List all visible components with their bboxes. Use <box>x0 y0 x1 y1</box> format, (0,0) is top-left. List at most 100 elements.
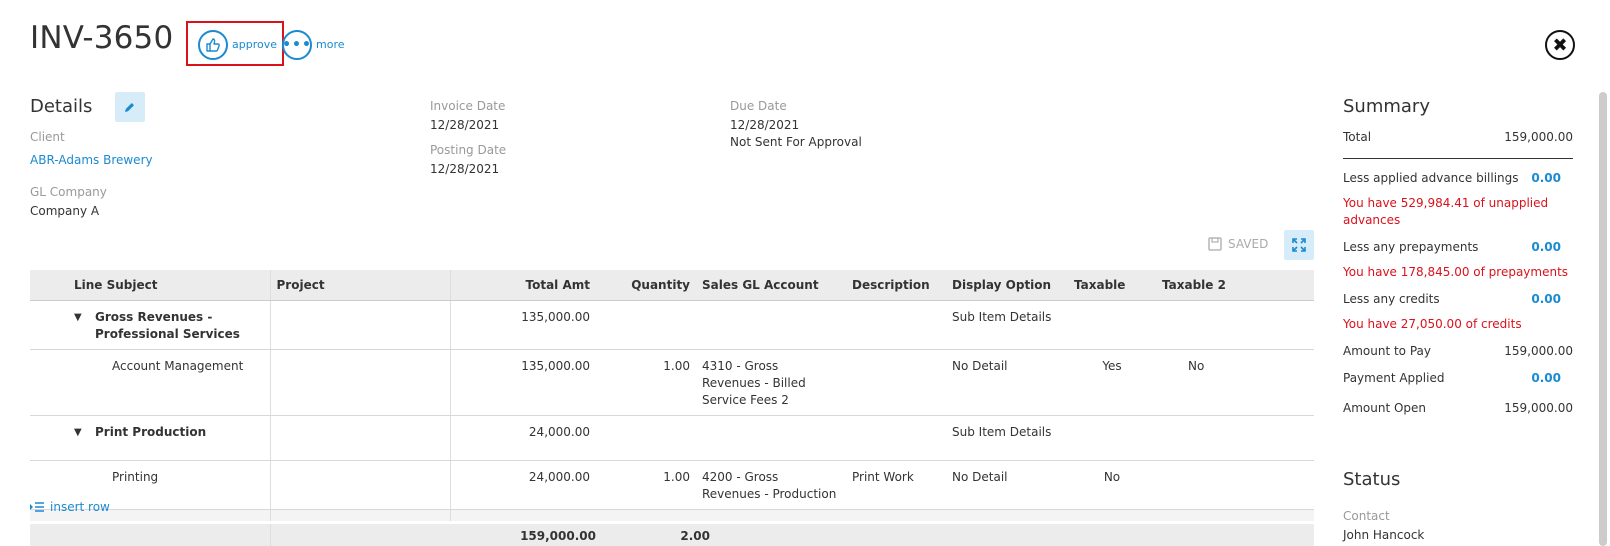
quantity-cell[interactable]: 1.00 <box>596 460 696 510</box>
posting-date-value[interactable]: 12/28/2021 <box>430 162 499 176</box>
taxable-2-cell[interactable] <box>1156 460 1314 510</box>
summary-amount-open-row: Amount Open 159,000.00 <box>1343 401 1573 415</box>
approve-label[interactable]: approve <box>232 38 277 51</box>
total-quantity-sum: 2.00 <box>680 529 710 543</box>
more-label[interactable]: more <box>316 38 345 51</box>
taxable-cell[interactable]: No <box>1068 460 1156 510</box>
due-date-label: Due Date <box>730 99 787 113</box>
total-amt-cell[interactable]: 24,000.00 <box>450 460 596 510</box>
quantity-cell[interactable] <box>596 300 696 350</box>
description-cell[interactable] <box>846 349 946 416</box>
column-header-line-subject[interactable]: Line Subject <box>30 270 270 301</box>
expand-icon <box>1292 238 1306 252</box>
project-cell[interactable] <box>269 415 451 461</box>
posting-date-label: Posting Date <box>430 143 507 157</box>
contact-value[interactable]: John Hancock <box>1343 528 1424 542</box>
column-header-project[interactable]: Project <box>269 270 451 301</box>
column-header-display-option[interactable]: Display Option <box>946 270 1068 301</box>
close-icon: ✖ <box>1552 34 1568 56</box>
summary-payment-applied-value[interactable]: 0.00 <box>1531 371 1561 385</box>
project-cell[interactable] <box>269 349 451 416</box>
due-date-value[interactable]: 12/28/2021 <box>730 118 799 132</box>
summary-prepay-value[interactable]: 0.00 <box>1531 240 1561 254</box>
display-option-cell[interactable]: No Detail <box>946 349 1068 416</box>
group-subject-cell[interactable]: ▼ Print Production <box>30 415 270 461</box>
display-option-cell[interactable]: Sub Item Details <box>946 300 1068 350</box>
quantity-cell[interactable]: 1.00 <box>596 349 696 416</box>
taxable-2-cell[interactable] <box>1156 300 1314 350</box>
summary-credits-row: Less any credits 0.00 <box>1343 292 1573 306</box>
more-button[interactable]: ••• <box>282 30 312 60</box>
edit-details-button[interactable] <box>115 92 145 122</box>
description-cell[interactable]: Print Work <box>846 460 946 510</box>
summary-amount-to-pay-value: 159,000.00 <box>1504 344 1573 358</box>
chevron-down-icon[interactable]: ▼ <box>74 309 82 326</box>
gl-account-cell[interactable]: 4310 - Gross Revenues - Billed Service F… <box>696 349 846 416</box>
saved-label: SAVED <box>1228 237 1269 251</box>
save-icon <box>1208 237 1222 251</box>
group-subject-text: Print Production <box>95 424 207 439</box>
project-cell[interactable] <box>269 460 451 510</box>
description-cell[interactable] <box>846 300 946 350</box>
display-option-cell[interactable]: No Detail <box>946 460 1068 510</box>
insert-row-label: insert row <box>50 500 110 514</box>
display-option-cell[interactable]: Sub Item Details <box>946 415 1068 461</box>
vertical-scrollbar[interactable] <box>1599 92 1607 546</box>
line-items-table: Line Subject Project Total Amt Quantity … <box>30 270 1314 521</box>
prepay-warning: You have 178,845.00 of prepayments <box>1343 265 1569 279</box>
column-header-total-amt[interactable]: Total Amt <box>450 270 596 301</box>
summary-advance-row: Less applied advance billings 0.00 <box>1343 171 1573 185</box>
invoice-title: INV-3650 <box>30 20 174 56</box>
summary-title: Summary <box>1343 96 1430 117</box>
table-row[interactable]: ▼ Print Production 24,000.00 Sub Item De… <box>30 415 1314 461</box>
column-header-taxable[interactable]: Taxable <box>1068 270 1156 301</box>
approve-button[interactable] <box>198 30 228 60</box>
client-label: Client <box>30 130 65 144</box>
summary-amount-to-pay-row: Amount to Pay 159,000.00 <box>1343 344 1573 358</box>
client-link[interactable]: ABR-Adams Brewery <box>30 153 153 167</box>
item-subject-cell[interactable]: Account Management <box>30 349 270 416</box>
taxable-cell[interactable] <box>1068 300 1156 350</box>
pencil-icon <box>125 103 134 112</box>
details-title: Details <box>30 96 93 117</box>
quantity-cell[interactable] <box>596 415 696 461</box>
total-amt-cell[interactable]: 135,000.00 <box>450 349 596 416</box>
table-spacer-row <box>30 509 1314 521</box>
summary-credits-value[interactable]: 0.00 <box>1531 292 1561 306</box>
column-header-taxable-2[interactable]: Taxable 2 <box>1156 270 1314 301</box>
gl-account-cell[interactable] <box>696 415 846 461</box>
table-row[interactable]: Account Management 135,000.00 1.00 4310 … <box>30 349 1314 416</box>
taxable-2-cell[interactable] <box>1156 415 1314 461</box>
gl-account-cell[interactable]: 4200 - Gross Revenues - Production <box>696 460 846 510</box>
description-cell[interactable] <box>846 415 946 461</box>
taxable-2-cell[interactable]: No <box>1156 349 1314 416</box>
chevron-down-icon[interactable]: ▼ <box>74 424 82 441</box>
summary-advance-value[interactable]: 0.00 <box>1531 171 1561 185</box>
summary-advance-label: Less applied advance billings <box>1343 171 1519 185</box>
column-header-sales-gl-account[interactable]: Sales GL Account <box>696 270 846 301</box>
summary-payment-applied-label: Payment Applied <box>1343 371 1445 385</box>
group-subject-text: Gross Revenues - Professional Services <box>95 309 240 341</box>
table-row[interactable]: ▼ Gross Revenues - Professional Services… <box>30 300 1314 350</box>
group-subject-cell[interactable]: ▼ Gross Revenues - Professional Services <box>30 300 270 350</box>
summary-total-label: Total <box>1343 130 1372 144</box>
insert-row-link[interactable]: insert row <box>30 500 110 514</box>
total-amt-cell[interactable]: 135,000.00 <box>450 300 596 350</box>
total-amt-cell[interactable]: 24,000.00 <box>450 415 596 461</box>
taxable-cell[interactable] <box>1068 415 1156 461</box>
expand-button[interactable] <box>1284 230 1314 260</box>
gl-account-cell[interactable] <box>696 300 846 350</box>
summary-prepay-label: Less any prepayments <box>1343 240 1479 254</box>
invoice-date-value[interactable]: 12/28/2021 <box>430 118 499 132</box>
project-cell[interactable] <box>269 300 451 350</box>
more-dots-icon: ••• <box>282 37 312 53</box>
column-header-description[interactable]: Description <box>846 270 946 301</box>
close-button[interactable]: ✖ <box>1545 30 1575 60</box>
column-header-quantity[interactable]: Quantity <box>596 270 696 301</box>
taxable-cell[interactable]: Yes <box>1068 349 1156 416</box>
summary-prepay-row: Less any prepayments 0.00 <box>1343 240 1573 254</box>
advance-warning: You have 529,984.41 of unapplied advance… <box>1343 196 1549 227</box>
summary-total-row: Total 159,000.00 <box>1343 130 1573 144</box>
invoice-date-label: Invoice Date <box>430 99 506 113</box>
table-row[interactable]: Printing 24,000.00 1.00 4200 - Gross Rev… <box>30 460 1314 510</box>
